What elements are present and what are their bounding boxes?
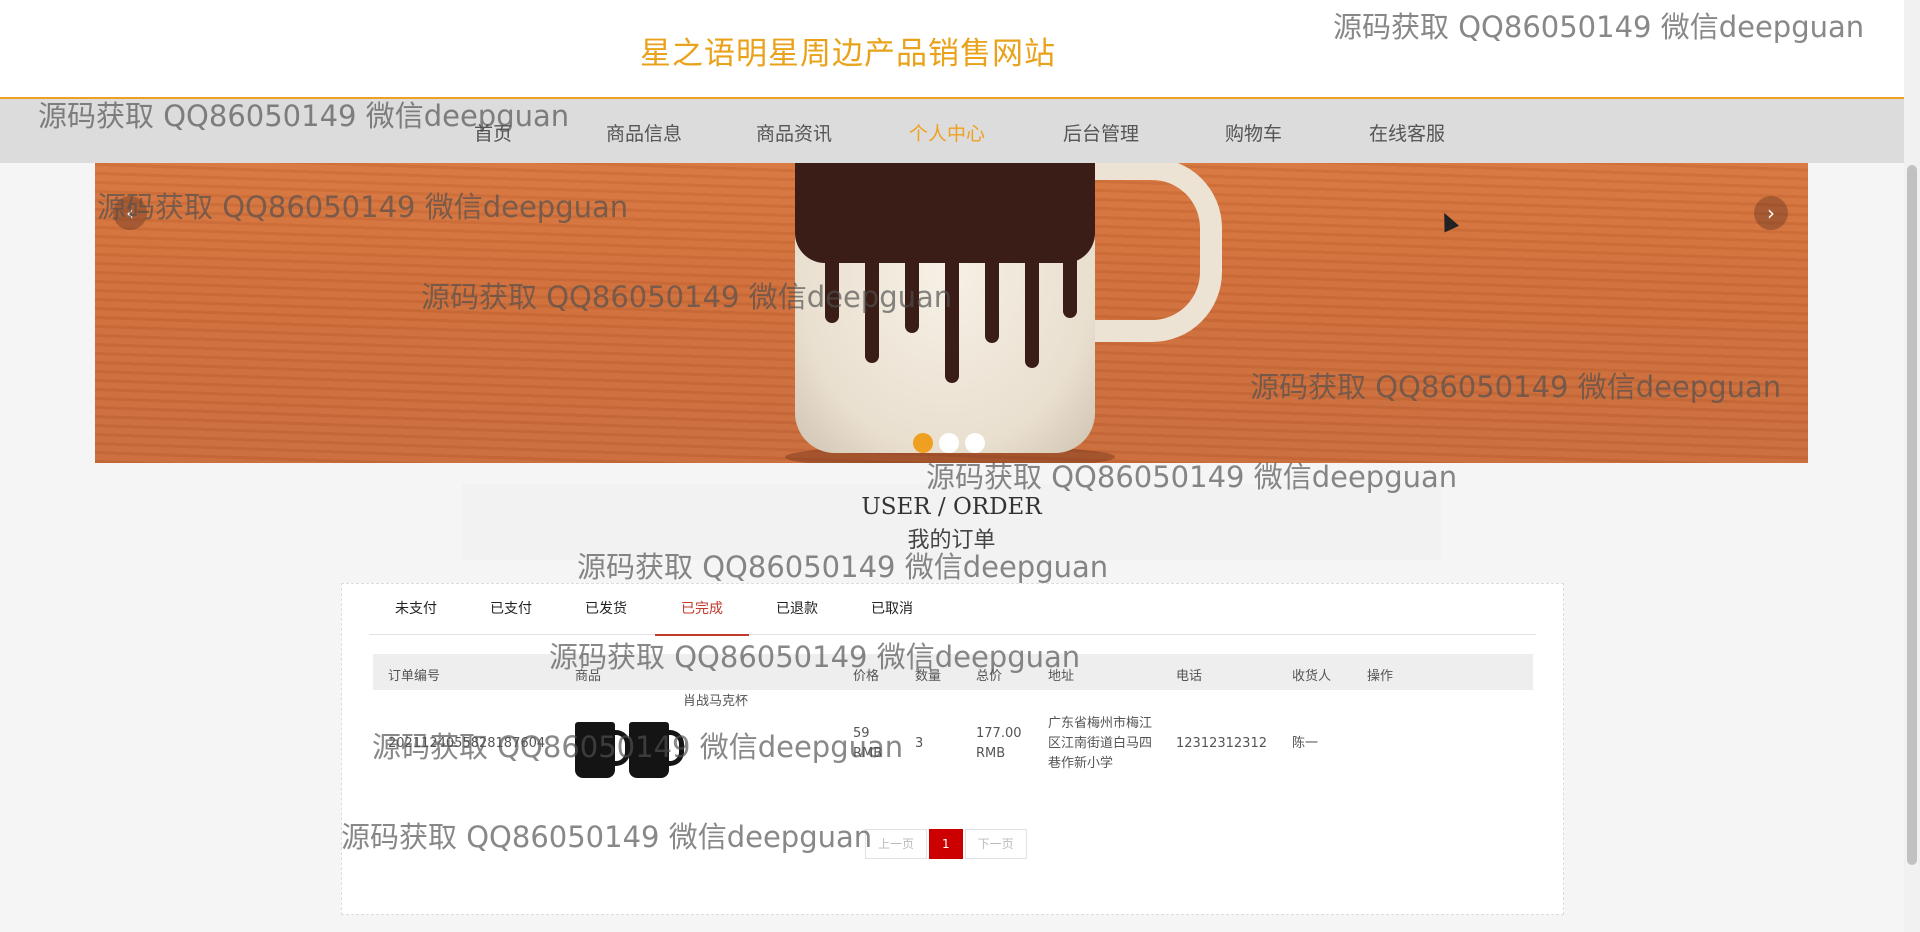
nav-home[interactable]: 首页 [474, 119, 512, 146]
next-page-button[interactable]: 下一页 [964, 829, 1027, 859]
page-scrollbar[interactable] [1904, 0, 1920, 932]
carousel-prev-button[interactable]: ‹ [113, 196, 147, 230]
col-receiver: 收货人 [1292, 669, 1332, 684]
product-image[interactable] [573, 704, 684, 784]
receiver-value: 陈一 [1292, 736, 1319, 751]
address-value: 广东省梅州市梅江区江南街道白马四巷作新小学 [1048, 716, 1153, 771]
page-number-button[interactable]: 1 [929, 829, 963, 859]
col-address: 地址 [1048, 669, 1075, 684]
nav-admin[interactable]: 后台管理 [1063, 119, 1139, 146]
tab-paid[interactable]: 已支付 [464, 584, 558, 634]
tab-cancelled[interactable]: 已取消 [845, 584, 939, 634]
mug-drip [905, 233, 919, 333]
nav-news[interactable]: 商品资讯 [756, 119, 832, 146]
phone-value: 12312312312 [1176, 736, 1267, 751]
mug-drip [945, 233, 959, 383]
col-phone: 电话 [1176, 669, 1203, 684]
product-name[interactable]: 肖战马克杯 [683, 692, 748, 712]
nav-products[interactable]: 商品信息 [606, 119, 682, 146]
carousel-dot[interactable] [965, 433, 985, 453]
heading-chinese: 我的订单 [907, 528, 996, 553]
scrollbar-thumb[interactable] [1907, 165, 1917, 865]
col-total: 总价 [976, 669, 1003, 684]
total-value: 177.00 [976, 726, 1022, 741]
carousel-dot[interactable] [939, 433, 959, 453]
col-quantity: 数量 [915, 669, 942, 684]
order-panel: 未支付 已支付 已发货 已完成 已退款 已取消 订单编号 商品 价格 数量 总价… [341, 583, 1564, 915]
mug-drip [985, 233, 999, 343]
main-nav: 首页 商品信息 商品资讯 个人中心 后台管理 购物车 在线客服 [0, 99, 1904, 163]
order-status-tabs: 未支付 已支付 已发货 已完成 已退款 已取消 [369, 584, 1536, 636]
mug-drip [1025, 233, 1039, 368]
order-number: 2021124055828187604 [388, 736, 546, 751]
col-order-no: 订单编号 [388, 669, 441, 684]
col-price: 价格 [853, 669, 880, 684]
total-unit: RMB [976, 746, 1006, 761]
mug-icon [629, 722, 669, 778]
carousel-dot[interactable] [913, 433, 933, 453]
mug-handle-icon [615, 730, 630, 766]
mug-drip [825, 233, 839, 323]
carousel-next-button[interactable]: › [1754, 196, 1788, 230]
quantity-value: 3 [915, 736, 924, 751]
tab-unpaid[interactable]: 未支付 [369, 584, 463, 634]
table-row: 2021124055828187604 肖战马克杯 59 RMB 3 177.0… [373, 694, 1533, 784]
mug-image [795, 163, 1095, 453]
carousel-indicators [913, 433, 991, 457]
banner-carousel: ‹ › [95, 163, 1808, 463]
section-heading: USER / ORDER 我的订单 [462, 484, 1441, 560]
col-product: 商品 [575, 669, 602, 684]
mug-drip [1063, 233, 1077, 318]
mug-icon [575, 722, 615, 778]
nav-customer-service[interactable]: 在线客服 [1369, 119, 1445, 146]
mug-handle [1080, 163, 1222, 342]
price-value: 59 [853, 726, 870, 741]
nav-user-center[interactable]: 个人中心 [909, 119, 985, 146]
site-header: 星之语明星周边产品销售网站 [0, 0, 1904, 99]
table-header: 订单编号 商品 价格 数量 总价 地址 电话 收货人 操作 [373, 654, 1533, 690]
pagination: 上一页 1 下一页 [865, 829, 1029, 859]
mug-drip [865, 233, 879, 363]
prev-page-button[interactable]: 上一页 [865, 829, 928, 859]
site-title: 星之语明星周边产品销售网站 [640, 36, 1056, 72]
tab-completed[interactable]: 已完成 [655, 584, 749, 636]
mug-handle-icon [669, 730, 684, 766]
nav-cart[interactable]: 购物车 [1225, 119, 1282, 146]
tab-shipped[interactable]: 已发货 [559, 584, 653, 634]
tab-refunded[interactable]: 已退款 [750, 584, 844, 634]
heading-english: USER / ORDER [861, 494, 1042, 520]
price-unit: RMB [853, 746, 883, 761]
col-action: 操作 [1367, 669, 1394, 684]
